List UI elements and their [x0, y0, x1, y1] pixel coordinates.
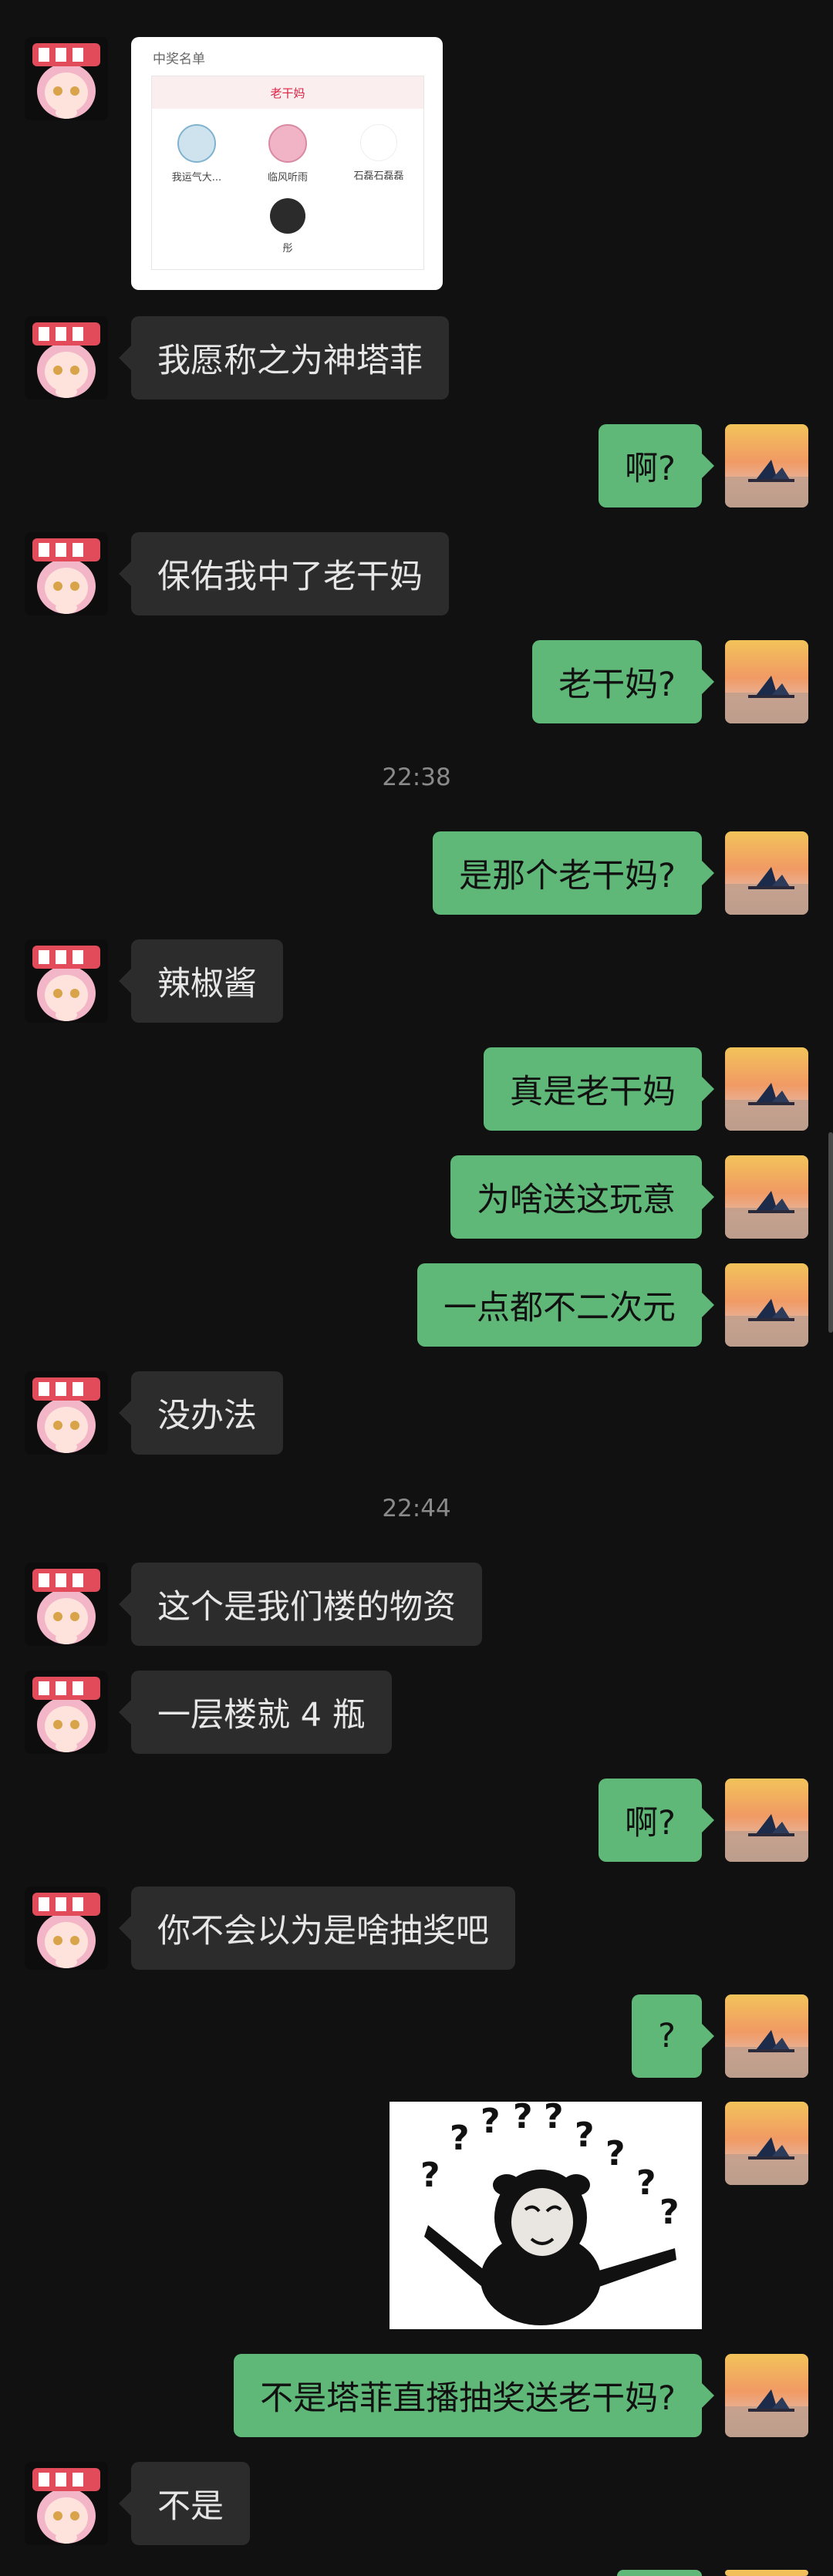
svg-text:?: ?	[420, 2156, 440, 2195]
message-bubble[interactable]: 不是	[119, 2462, 250, 2545]
timestamp: 22:44	[382, 1495, 451, 1522]
winner-avatar	[270, 198, 305, 234]
message-bubble[interactable]: ?	[632, 1994, 714, 2078]
svg-text:?: ?	[450, 2119, 470, 2158]
message-bubble-partial[interactable]	[617, 2570, 702, 2576]
svg-text:?: ?	[605, 2134, 626, 2173]
message-bubble[interactable]: 保佑我中了老干妈	[119, 532, 449, 615]
svg-text:?: ?	[575, 2116, 595, 2155]
avatar[interactable]	[25, 1371, 108, 1455]
winner-list: 老干妈 我运气大... 临风听雨 石磊石磊磊 彤	[151, 76, 424, 270]
avatar[interactable]	[25, 1886, 108, 1970]
winner-avatar	[268, 124, 307, 163]
message-bubble[interactable]: 啊?	[599, 424, 714, 507]
avatar[interactable]	[725, 640, 808, 723]
avatar[interactable]	[725, 2570, 808, 2576]
winner-item: 彤	[248, 198, 328, 255]
avatar[interactable]	[725, 1155, 808, 1239]
lottery-card[interactable]: 中奖名单 老干妈 我运气大... 临风听雨 石磊石磊磊 彤	[131, 37, 443, 290]
message-bubble[interactable]: 你不会以为是啥抽奖吧	[119, 1886, 515, 1970]
message-bubble[interactable]: 老干妈?	[532, 640, 714, 723]
message-bubble[interactable]: 不是塔菲直播抽奖送老干妈?	[234, 2354, 714, 2437]
avatar[interactable]	[725, 1994, 808, 2078]
avatar[interactable]	[725, 831, 808, 915]
avatar[interactable]	[25, 2462, 108, 2545]
avatar[interactable]	[25, 1563, 108, 1646]
scrollbar[interactable]	[828, 1132, 833, 1333]
prize-title: 老干妈	[152, 76, 423, 109]
panda-meme-sticker[interactable]: ? ? ? ? ? ? ? ? ?	[390, 2097, 702, 2329]
avatar[interactable]	[725, 1263, 808, 1347]
message-bubble[interactable]: 真是老干妈	[484, 1047, 714, 1131]
svg-text:?: ?	[481, 2102, 501, 2141]
message-bubble[interactable]: 一点都不二次元	[417, 1263, 714, 1347]
svg-text:?: ?	[513, 2102, 533, 2136]
avatar[interactable]	[25, 37, 108, 120]
card-title: 中奖名单	[153, 52, 205, 67]
svg-text:?: ?	[544, 2102, 564, 2136]
avatar[interactable]	[725, 2102, 808, 2185]
svg-text:?: ?	[659, 2193, 680, 2232]
avatar[interactable]	[25, 316, 108, 400]
winner-item: 石磊石磊磊	[339, 124, 419, 182]
message-bubble[interactable]: 我愿称之为神塔菲	[119, 316, 449, 400]
winner-item: 我运气大...	[157, 124, 237, 184]
avatar[interactable]	[725, 1047, 808, 1131]
message-bubble[interactable]: 是那个老干妈?	[433, 831, 714, 915]
avatar[interactable]	[725, 424, 808, 507]
message-bubble[interactable]: 啊?	[599, 1779, 714, 1862]
winner-item: 临风听雨	[248, 124, 328, 184]
winner-avatar	[360, 124, 397, 161]
message-bubble[interactable]: 为啥送这玩意	[450, 1155, 714, 1239]
timestamp: 22:38	[382, 764, 451, 791]
avatar[interactable]	[25, 1671, 108, 1754]
avatar[interactable]	[25, 532, 108, 615]
avatar[interactable]	[725, 1779, 808, 1862]
winner-avatar	[177, 124, 216, 163]
message-bubble[interactable]: 这个是我们楼的物资	[119, 1563, 482, 1646]
avatar[interactable]	[725, 2354, 808, 2437]
avatar[interactable]	[25, 939, 108, 1023]
message-bubble[interactable]: 没办法	[119, 1371, 283, 1455]
message-bubble[interactable]: 辣椒酱	[119, 939, 283, 1023]
svg-text:?: ?	[636, 2163, 656, 2203]
message-bubble[interactable]: 一层楼就 4 瓶	[119, 1671, 392, 1754]
